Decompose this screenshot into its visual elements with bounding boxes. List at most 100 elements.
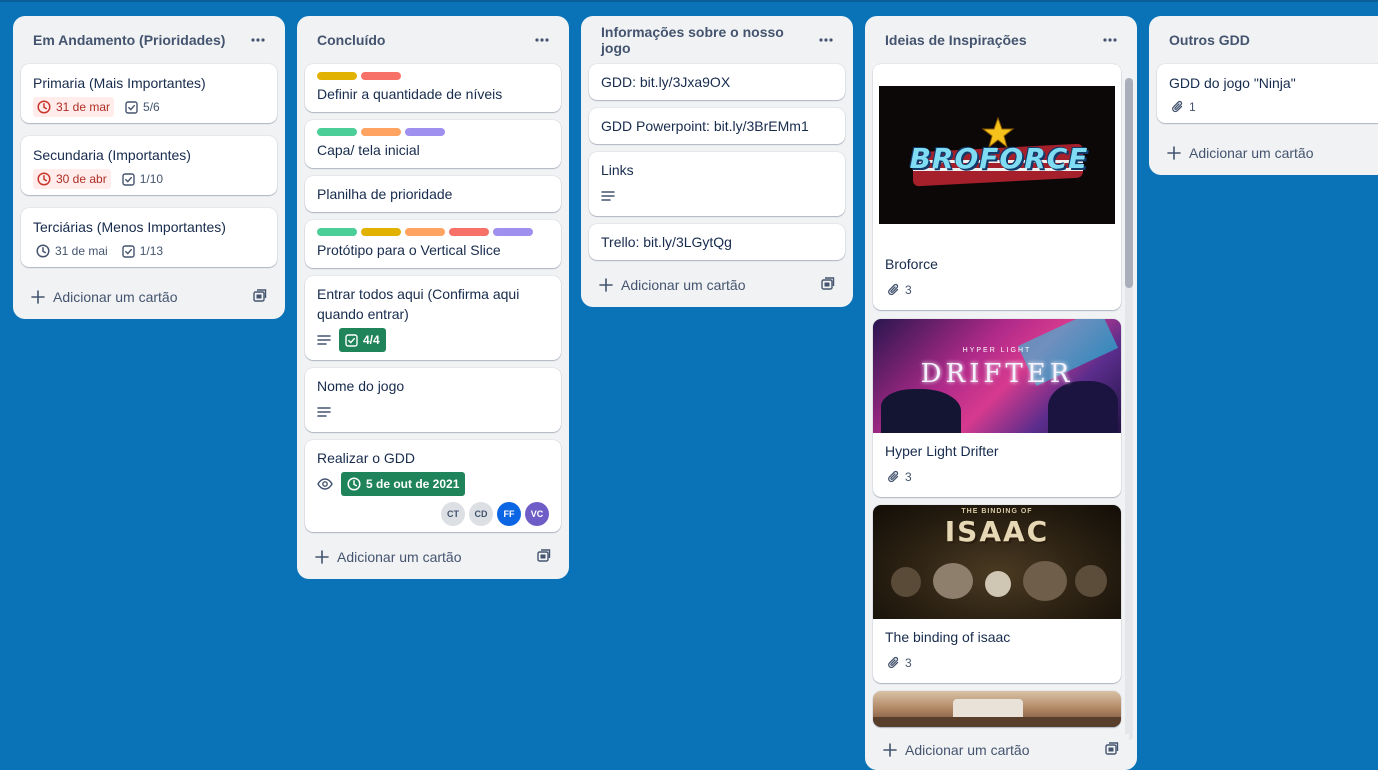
label-yellow[interactable] [317,72,357,80]
card-secundaria[interactable]: Secundaria (Importantes) 30 de abr 1/10 [21,136,277,195]
card-nome-do-jogo[interactable]: Nome do jogo [305,368,561,432]
label-purple[interactable] [493,228,533,236]
label-green[interactable] [317,228,357,236]
card-title: GDD: bit.ly/3Jxa9OX [601,74,731,90]
card-definir-niveis[interactable]: Definir a quantidade de níveis [305,64,561,112]
list-menu-button[interactable] [531,30,553,50]
list-title[interactable]: Em Andamento (Prioridades) [33,32,225,48]
cover-title-text: BROFORCE [909,142,1089,175]
card-title: Terciárias (Menos Importantes) [33,219,226,235]
list-title[interactable]: Concluído [317,32,385,48]
cover-subtitle-text: HYPER LIGHT [962,347,1032,354]
label-red[interactable] [449,228,489,236]
list-header: Informações sobre o nosso jogo [581,16,853,64]
due-date-badge[interactable]: 31 de mai [33,241,111,261]
list-header: Outros GDD [1149,16,1378,64]
description-icon [317,407,331,417]
add-card-button[interactable]: Adicionar um cartão [1157,137,1378,169]
add-card-button[interactable]: Adicionar um cartão [589,269,845,301]
attachments-badge: 3 [885,280,915,300]
member-avatar[interactable]: FF [497,502,521,526]
card-title: GDD do jogo "Ninja" [1169,75,1296,91]
list-menu-button[interactable] [1099,30,1121,50]
card-binding-of-isaac[interactable]: THE BINDING OF ISAAC The binding of isaa… [873,505,1121,683]
checklist-count: 5/6 [143,100,160,114]
card-gdd-link[interactable]: GDD: bit.ly/3Jxa9OX [589,64,845,100]
checklist-badge-complete: 4/4 [339,328,386,352]
add-card-button[interactable]: Adicionar um cartão [873,734,1129,766]
member-avatar[interactable]: VC [525,502,549,526]
card-primaria[interactable]: Primaria (Mais Importantes) 31 de mar 5/… [21,64,277,123]
create-from-template-button[interactable] [253,289,267,305]
label-yellow[interactable] [361,228,401,236]
checklist-badge: 1/13 [119,241,166,261]
template-icon [253,289,267,302]
attachments-count: 1 [1189,100,1196,114]
add-card-button[interactable]: Adicionar um cartão [305,541,561,573]
member-avatar[interactable]: CD [469,502,493,526]
card-gdd-ninja[interactable]: GDD do jogo "Ninja" 1 [1157,64,1378,123]
create-from-template-button[interactable] [821,277,835,293]
due-date-complete-badge[interactable]: 5 de out de 2021 [341,472,466,496]
clock-icon [37,100,51,114]
card-gdd-powerpoint-link[interactable]: GDD Powerpoint: bit.ly/3BrEMm1 [589,108,845,144]
card-cover-image: BROFORCE [873,64,1121,246]
card-planilha-prioridade[interactable]: Planilha de prioridade [305,176,561,212]
description-indicator [317,402,331,422]
card-terciarias[interactable]: Terciárias (Menos Importantes) 31 de mai… [21,208,277,267]
attachments-badge: 1 [1169,97,1199,117]
card-title: Definir a quantidade de níveis [317,86,503,102]
plus-icon [883,743,897,757]
paperclip-icon [888,283,899,296]
add-card-button[interactable]: Adicionar um cartão [21,281,277,313]
card-title: Protótipo para o Vertical Slice [317,242,501,258]
member-avatar[interactable]: CT [441,502,465,526]
card-trello-link[interactable]: Trello: bit.ly/3LGytQg [589,224,845,260]
description-indicator [601,186,615,206]
label-orange[interactable] [361,128,401,136]
label-purple[interactable] [405,128,445,136]
label-red[interactable] [361,72,401,80]
due-date-text: 31 de mai [55,244,108,258]
list-menu-button[interactable] [815,30,837,50]
card-title: Trello: bit.ly/3LGytQg [601,234,732,250]
card-hyper-light-drifter[interactable]: HYPER LIGHT DRIFTER Hyper Light Drifter … [873,319,1121,497]
card-title: GDD Powerpoint: bit.ly/3BrEMm1 [601,118,809,134]
list-scrollbar-thumb[interactable] [1125,78,1133,288]
card-title: Capa/ tela inicial [317,142,420,158]
due-date-badge[interactable]: 31 de mar [33,97,115,117]
attachments-count: 3 [905,470,912,484]
list-menu-button[interactable] [247,30,269,50]
card-title: Secundaria (Importantes) [33,147,191,163]
checklist-count: 4/4 [363,333,380,347]
list-title[interactable]: Outros GDD [1169,32,1250,48]
due-date-badge[interactable]: 30 de abr [33,169,111,189]
cover-title-text: DRIFTER [920,359,1074,389]
create-from-template-button[interactable] [537,549,551,565]
card-prototipo-vertical-slice[interactable]: Protótipo para o Vertical Slice [305,220,561,268]
card-partial-cover[interactable] [873,691,1121,727]
template-icon [537,549,551,562]
card-realizar-gdd[interactable]: Realizar o GDD 5 de out de 2021 CT CD FF… [305,440,561,532]
list-title[interactable]: Ideias de Inspirações [885,32,1027,48]
label-green[interactable] [317,128,357,136]
card-entrar-todos[interactable]: Entrar todos aqui (Confirma aqui quando … [305,276,561,360]
card-cover-image: HYPER LIGHT DRIFTER [873,319,1121,433]
paperclip-icon [888,656,899,669]
checkbox-icon [345,333,358,347]
paperclip-icon [1172,100,1183,113]
create-from-template-button[interactable] [1105,742,1119,758]
label-orange[interactable] [405,228,445,236]
card-capa-tela-inicial[interactable]: Capa/ tela inicial [305,120,561,168]
template-icon [1105,742,1119,755]
more-horizontal-icon [819,38,833,42]
template-icon [821,277,835,290]
card-title: Primaria (Mais Importantes) [33,75,206,91]
card-broforce[interactable]: BROFORCE Broforce 3 [873,64,1121,310]
checklist-count: 1/13 [139,244,164,258]
list-title[interactable]: Informações sobre o nosso jogo [601,24,815,56]
paperclip-icon [888,470,899,483]
checklist-badge: 5/6 [122,97,163,117]
card-links[interactable]: Links [589,152,845,216]
card-title: Planilha de prioridade [317,186,453,202]
